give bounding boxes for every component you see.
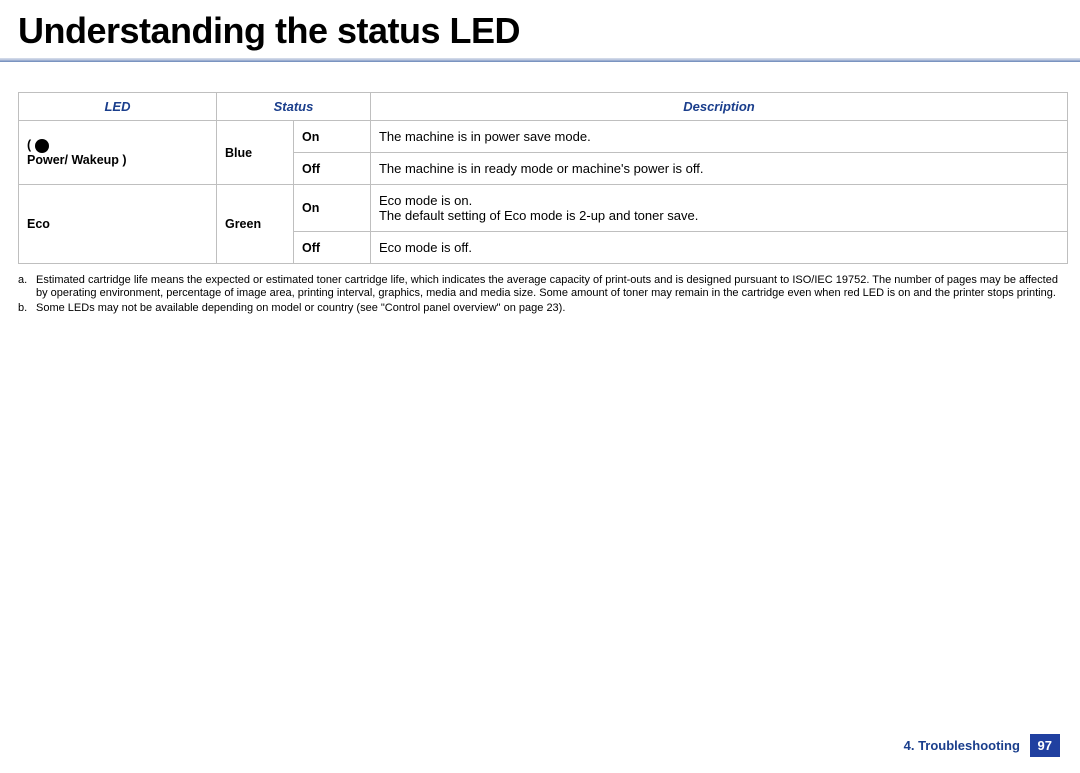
cell-status: Off bbox=[293, 153, 370, 185]
page-number: 97 bbox=[1030, 734, 1060, 757]
page-title: Understanding the status LED bbox=[18, 10, 1080, 52]
cell-desc: The machine is in power save mode. bbox=[370, 121, 1067, 153]
cell-color-blue: Blue bbox=[216, 121, 293, 185]
cell-desc: Eco mode is off. bbox=[370, 232, 1067, 264]
chapter-label: 4. Troubleshooting bbox=[904, 738, 1020, 753]
cell-led-eco: Eco bbox=[19, 185, 217, 264]
cell-color-green: Green bbox=[216, 185, 293, 264]
footnotes: a. Estimated cartridge life means the ex… bbox=[18, 274, 1068, 316]
cell-desc: The machine is in ready mode or machine'… bbox=[370, 153, 1067, 185]
table-row: ( Power/ Wakeup ) Blue On The machine is… bbox=[19, 121, 1068, 153]
desc-line2: The default setting of Eco mode is 2-up … bbox=[379, 208, 1059, 223]
footnote-marker-b: b. bbox=[18, 302, 36, 315]
cell-status: On bbox=[293, 121, 370, 153]
title-underline bbox=[0, 58, 1080, 62]
status-led-table: LED Status Description ( Power/ Wakeup )… bbox=[18, 92, 1068, 264]
cell-desc: Eco mode is on. The default setting of E… bbox=[370, 185, 1067, 232]
footnote-b: b. Some LEDs may not be available depend… bbox=[18, 302, 1068, 315]
footnote-text-a: Estimated cartridge life means the expec… bbox=[36, 274, 1068, 300]
cell-status: Off bbox=[293, 232, 370, 264]
footnote-marker-a: a. bbox=[18, 274, 36, 300]
page-footer: 4. Troubleshooting 97 bbox=[904, 734, 1060, 757]
content-area: LED Status Description ( Power/ Wakeup )… bbox=[18, 92, 1068, 316]
cell-status: On bbox=[293, 185, 370, 232]
cell-led-power: ( Power/ Wakeup ) bbox=[19, 121, 217, 185]
th-status: Status bbox=[216, 93, 370, 121]
footnote-text-b: Some LEDs may not be available depending… bbox=[36, 302, 565, 315]
power-led-icon bbox=[35, 139, 49, 153]
th-led: LED bbox=[19, 93, 217, 121]
footnote-a: a. Estimated cartridge life means the ex… bbox=[18, 274, 1068, 300]
desc-line1: Eco mode is on. bbox=[379, 193, 1059, 208]
led-label-power: Power/ Wakeup ) bbox=[27, 153, 127, 167]
th-description: Description bbox=[370, 93, 1067, 121]
table-row: Eco Green On Eco mode is on. The default… bbox=[19, 185, 1068, 232]
